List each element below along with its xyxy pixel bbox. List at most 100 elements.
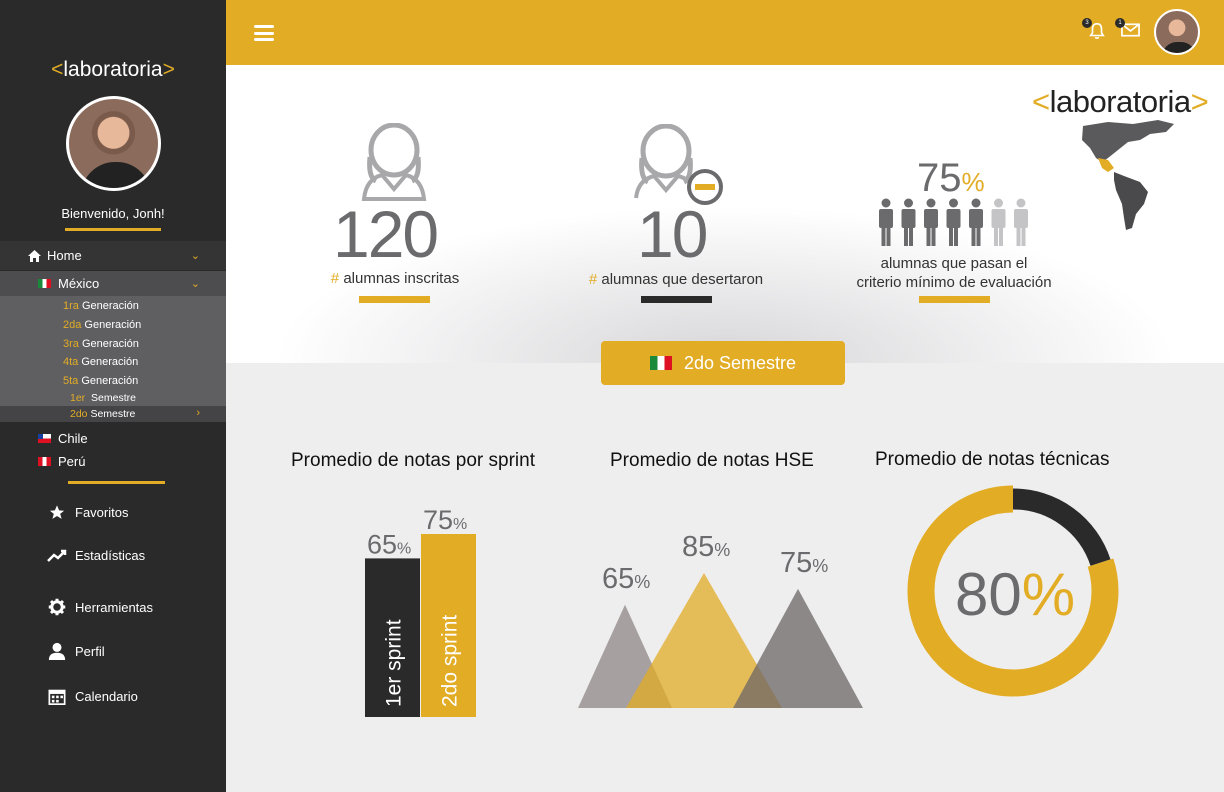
notifications-button[interactable]: 3: [1082, 18, 1106, 40]
semester-number: 1er: [70, 392, 86, 404]
tech-chart-title: Promedio de notas técnicas: [875, 449, 1110, 470]
triangle-value-label: 75%: [780, 547, 828, 579]
person-icon: [991, 198, 1006, 246]
person-icon: [969, 198, 983, 246]
semester-label: Semestre: [91, 392, 136, 404]
sidebar-item-label: Estadísticas: [75, 548, 146, 563]
dropped-label-text: alumnas que desertaron: [601, 271, 764, 288]
sidebar-item-label: Home: [47, 248, 82, 263]
sidebar-item-label: Perfil: [75, 643, 105, 659]
calendar-icon: [48, 689, 66, 705]
home-icon: [28, 249, 41, 262]
sidebar-item-perfil[interactable]: Perfil: [47, 642, 105, 660]
sidebar-item-chile[interactable]: Chile: [38, 431, 88, 446]
sidebar-item-semester[interactable]: 1er Semestre: [70, 392, 136, 404]
sidebar-item-mexico[interactable]: México ⌄: [0, 271, 226, 296]
bar-value-label: 75%: [423, 505, 467, 535]
avatar[interactable]: [66, 96, 161, 191]
sidebar-item-label: Perú: [58, 454, 86, 469]
top-bar: 3 1: [226, 0, 1224, 65]
people-pictogram: [879, 198, 1028, 246]
sidebar-logo[interactable]: <laboratoria>: [0, 58, 226, 82]
person-icon: [1014, 198, 1028, 246]
sidebar-item-label: Herramientas: [75, 599, 154, 615]
pass-underline: [919, 296, 990, 303]
person-icon: [879, 198, 893, 246]
generation-label: Generación: [81, 375, 139, 387]
bar-category-label: 2do sprint: [439, 615, 462, 707]
enrolled-underline: [359, 296, 430, 303]
student-dropout-icon: [634, 124, 723, 205]
pass-label: alumnas que pasan el criterio mínimo de …: [838, 254, 1070, 292]
sidebar-item-generation[interactable]: 4ta Generación: [63, 356, 138, 368]
mexico-flag-icon: [38, 279, 51, 288]
triangle-3: [733, 588, 863, 708]
enrolled-label-text: alumnas inscritas: [343, 270, 460, 287]
chevron-down-icon[interactable]: ⌄: [191, 249, 200, 262]
sidebar-divider: [68, 481, 165, 484]
enrolled-label: # alumnas inscritas: [322, 270, 468, 287]
semester-button[interactable]: 2do Semestre: [601, 341, 845, 385]
messages-button[interactable]: 1: [1115, 18, 1140, 40]
pass-percentage: 75%: [917, 156, 985, 201]
bar-category-label: 1er sprint: [383, 619, 406, 707]
dropped-underline: [641, 296, 712, 303]
logo-bracket-close: >: [1190, 84, 1209, 119]
sprint-chart-title: Promedio de notas por sprint: [291, 450, 535, 471]
sidebar-item-generation[interactable]: 3ra Generación: [63, 338, 139, 350]
chevron-down-icon[interactable]: ⌄: [191, 277, 200, 290]
bar-value-label: 65%: [367, 529, 411, 559]
pass-label-line-2: criterio mínimo de evaluación: [856, 274, 1052, 291]
generation-number: 2da: [63, 319, 82, 331]
sidebar-item-estadisticas[interactable]: Estadísticas: [47, 548, 145, 563]
chevron-right-icon[interactable]: ›: [196, 407, 200, 419]
star-icon: [49, 505, 65, 519]
sidebar-item-semester[interactable]: 2do Semestre: [70, 408, 135, 420]
donut-number: 80: [955, 561, 1022, 628]
sidebar-item-herramientas[interactable]: Herramientas: [47, 598, 153, 616]
semester-button-label: 2do Semestre: [683, 352, 797, 373]
person-icon: [946, 198, 961, 246]
americas-map-icon: [1082, 120, 1174, 230]
user-avatar[interactable]: [1154, 9, 1200, 55]
sidebar-item-label: México: [58, 276, 100, 291]
pass-label-line-1: alumnas que pasan el: [880, 255, 1028, 272]
triangle-value-label: 85%: [682, 531, 730, 563]
hse-chart-title: Promedio de notas HSE: [610, 450, 814, 471]
generation-label: Generación: [84, 319, 142, 331]
sidebar-item-label: Calendario: [75, 689, 138, 704]
generation-label: Generación: [81, 338, 139, 350]
enrolled-count: 120: [333, 197, 439, 271]
logo-bracket-close: >: [162, 58, 175, 81]
dropped-count: 10: [637, 197, 708, 271]
percent-symbol: %: [1021, 561, 1076, 628]
student-icon: [361, 123, 427, 201]
welcome-divider: [65, 228, 161, 231]
hash-symbol: #: [588, 271, 598, 288]
sidebar-item-generation[interactable]: 1ra Generación: [63, 300, 139, 312]
peru-flag-icon: [38, 457, 51, 466]
sidebar-item-favoritos[interactable]: Favoritos: [47, 504, 128, 521]
sidebar-item-peru[interactable]: Perú: [38, 454, 85, 469]
logo-bracket-open: <: [1032, 84, 1050, 119]
generation-number: 1ra: [63, 300, 79, 312]
logo-text: laboratoria: [1049, 84, 1191, 119]
hamburger-menu-icon[interactable]: [254, 25, 274, 41]
sidebar-item-calendario[interactable]: Calendario: [47, 688, 138, 705]
semester-number: 2do: [70, 408, 88, 420]
sidebar-item-label: Favoritos: [75, 505, 129, 520]
laboratoria-logo: <laboratoria>: [1032, 84, 1209, 120]
sidebar-item-generation[interactable]: 2da Generación: [63, 319, 141, 331]
sidebar-item-generation[interactable]: 5ta Generación: [63, 375, 138, 387]
messages-badge: 1: [1115, 18, 1125, 28]
mexico-flag-icon: [649, 356, 672, 370]
dropped-label: # alumnas que desertaron: [578, 271, 774, 288]
welcome-text: Bienvenido, Jonh!: [61, 206, 165, 221]
trend-icon: [47, 549, 67, 562]
sidebar-item-home[interactable]: Home ⌄: [0, 241, 226, 270]
triangle-value-label: 65%: [602, 563, 650, 595]
donut-value: 80%: [955, 560, 1075, 629]
sidebar-item-label: Chile: [58, 431, 88, 446]
gear-icon: [48, 598, 66, 616]
hash-symbol: #: [330, 270, 340, 287]
